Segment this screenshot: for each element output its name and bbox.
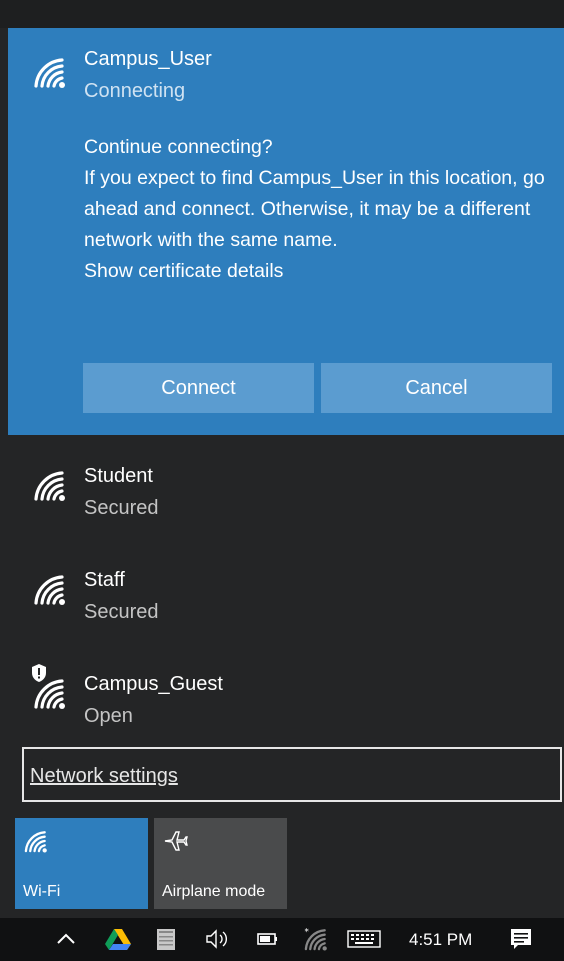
network-status: Connecting <box>84 80 186 102</box>
network-status: Secured <box>84 497 159 519</box>
network-name: Campus_Guest <box>84 673 223 695</box>
tile-label: Airplane mode <box>162 883 266 900</box>
network-status: Open <box>84 705 133 727</box>
action-center-icon[interactable] <box>508 926 534 952</box>
wifi-icon[interactable]: * <box>303 926 329 952</box>
top-strip <box>0 0 564 28</box>
google-drive-icon[interactable] <box>104 926 132 952</box>
network-name: Campus_User <box>84 48 212 70</box>
network-settings-box[interactable]: Network settings <box>22 747 562 802</box>
connect-button[interactable]: Connect <box>83 363 314 413</box>
network-status: Secured <box>84 601 159 623</box>
airplane-icon <box>162 828 188 854</box>
shield-warning-icon <box>30 663 48 683</box>
wifi-icon <box>32 54 68 90</box>
airplane-mode-quick-action[interactable]: Airplane mode <box>154 818 287 909</box>
selected-network-panel: Campus_User Connecting Continue connecti… <box>8 28 564 435</box>
taskbar: * 4:51 PM <box>0 918 564 961</box>
network-item-student[interactable]: Student Secured <box>8 445 564 545</box>
wifi-icon <box>23 828 49 854</box>
volume-icon[interactable] <box>203 926 233 952</box>
network-name: Student <box>84 465 153 487</box>
network-flyout: Campus_User Connecting Continue connecti… <box>0 0 564 961</box>
prompt-question: Continue connecting? <box>84 136 273 158</box>
connection-prompt: Continue connecting? If you expect to fi… <box>84 132 554 287</box>
network-name: Staff <box>84 569 125 591</box>
tile-label: Wi-Fi <box>23 883 61 900</box>
wifi-icon <box>32 467 68 503</box>
svg-text:*: * <box>304 928 309 938</box>
battery-icon[interactable] <box>255 926 281 952</box>
cancel-button[interactable]: Cancel <box>321 363 552 413</box>
taskbar-clock[interactable]: 4:51 PM <box>409 930 472 950</box>
show-certificate-link[interactable]: Show certificate details <box>84 256 554 287</box>
network-item-campus-guest[interactable]: Campus_Guest Open <box>8 653 564 753</box>
network-item-staff[interactable]: Staff Secured <box>8 549 564 649</box>
keyboard-icon[interactable] <box>346 926 382 952</box>
network-settings-link[interactable]: Network settings <box>30 765 178 788</box>
notepad-icon[interactable] <box>153 926 179 952</box>
prompt-explanation: If you expect to find Campus_User in thi… <box>84 167 545 251</box>
wifi-quick-action[interactable]: Wi-Fi <box>15 818 148 909</box>
wifi-icon <box>32 571 68 607</box>
chevron-up-icon[interactable] <box>54 926 78 952</box>
